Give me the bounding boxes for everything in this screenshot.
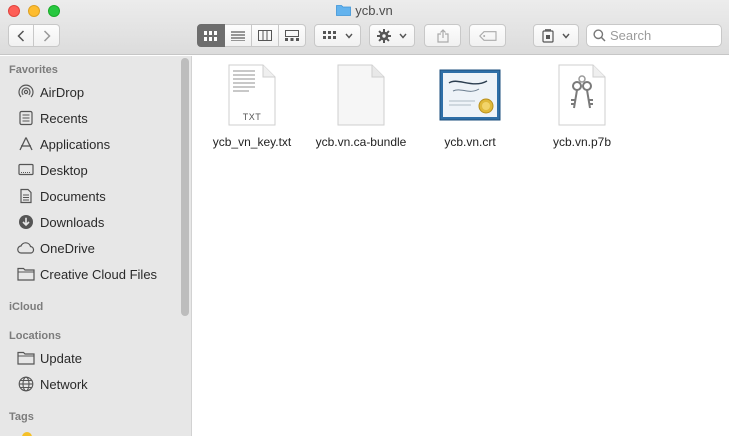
document-icon <box>17 187 35 205</box>
sidebar-item-airdrop[interactable]: AirDrop <box>0 79 180 105</box>
sidebar-item-label: Downloads <box>40 214 105 230</box>
action-menu-button[interactable] <box>369 24 415 47</box>
chevron-left-icon <box>17 29 25 42</box>
tag-color-dot[interactable] <box>22 432 32 436</box>
share-button[interactable] <box>424 24 461 47</box>
list-icon <box>231 30 245 41</box>
gallery-icon <box>285 30 299 41</box>
sidebar-item-documents[interactable]: Documents <box>0 183 180 209</box>
sidebar-section-icloud[interactable]: iCloud <box>9 301 43 313</box>
sidebar-item-recents[interactable]: Recents <box>0 105 180 131</box>
sidebar-item-label: OneDrive <box>40 240 95 256</box>
sidebar-item-label: Documents <box>40 188 106 204</box>
file-badge: TXT <box>242 112 262 122</box>
download-icon <box>17 213 35 231</box>
sidebar-section-locations[interactable]: Locations <box>9 330 61 342</box>
forward-button[interactable] <box>34 24 60 47</box>
tag-icon <box>478 30 497 41</box>
sidebar-item-label: Desktop <box>40 162 88 178</box>
sidebar-item-network[interactable]: Network <box>0 371 180 397</box>
file-item[interactable]: ycb.vn.p7b <box>527 62 637 162</box>
gear-icon <box>377 28 391 43</box>
desktop-icon <box>17 161 35 179</box>
folder-icon <box>17 349 35 367</box>
share-icon <box>436 28 449 43</box>
dropbox-icon <box>542 28 554 43</box>
grid-icon <box>204 30 217 41</box>
sidebar-item-label: Recents <box>40 110 88 126</box>
sidebar-section-favorites: Favorites <box>9 64 58 76</box>
globe-icon <box>17 375 35 393</box>
group-icon <box>322 30 336 39</box>
sidebar-item-label: Applications <box>40 136 111 152</box>
sidebar-item-label: Update <box>40 350 82 366</box>
title-bar: ycb.vn <box>0 0 729 55</box>
airdrop-icon <box>17 83 35 101</box>
search-field[interactable] <box>586 24 722 47</box>
sidebar: Favorites AirDrop Recents Applications D… <box>0 56 192 436</box>
icon-view-button[interactable] <box>197 24 225 47</box>
window-title-text: ycb.vn <box>355 3 393 18</box>
chevron-down-icon <box>399 33 407 39</box>
chevron-down-icon <box>344 33 353 39</box>
file-name: ycb.vn.p7b <box>552 135 612 149</box>
chevron-right-icon <box>43 29 51 42</box>
file-name: ycb.vn.ca-bundle <box>315 135 407 149</box>
gallery-view-button[interactable] <box>279 24 306 47</box>
sidebar-section-tags[interactable]: Tags <box>9 411 34 423</box>
sidebar-item-label: Creative Cloud Files <box>40 266 158 282</box>
sidebar-item-creative-cloud-files[interactable]: Creative Cloud Files <box>0 261 180 287</box>
blank-file-icon <box>329 62 393 128</box>
list-view-button[interactable] <box>225 24 252 47</box>
file-name: ycb_vn_key.txt <box>212 135 292 149</box>
folder-icon <box>17 265 35 283</box>
search-input[interactable] <box>610 28 720 43</box>
dropbox-menu-button[interactable] <box>533 24 579 47</box>
column-view-button[interactable] <box>252 24 279 47</box>
sidebar-item-downloads[interactable]: Downloads <box>0 209 180 235</box>
sidebar-item-update[interactable]: Update <box>0 345 180 371</box>
back-button[interactable] <box>8 24 34 47</box>
keychain-file-icon <box>550 62 614 128</box>
file-browser-content: TXT ycb_vn_key.txt ycb.vn.ca-bundle ycb.… <box>193 56 729 436</box>
file-item[interactable]: TXT ycb_vn_key.txt <box>197 62 307 162</box>
chevron-down-icon <box>562 33 570 39</box>
file-item[interactable]: ycb.vn.crt <box>415 62 525 162</box>
sidebar-item-label: AirDrop <box>40 84 85 100</box>
file-item[interactable]: ycb.vn.ca-bundle <box>306 62 416 162</box>
edit-tags-button[interactable] <box>469 24 506 47</box>
file-name: ycb.vn.crt <box>444 135 496 149</box>
sidebar-item-onedrive[interactable]: OneDrive <box>0 235 180 261</box>
sidebar-item-label: Network <box>40 376 88 392</box>
cloud-icon <box>17 239 35 257</box>
group-by-button[interactable] <box>314 24 361 47</box>
sidebar-item-desktop[interactable]: Desktop <box>0 157 180 183</box>
folder-icon <box>336 5 352 16</box>
clock-icon <box>17 109 35 127</box>
navigation-buttons <box>8 24 60 47</box>
search-icon <box>593 29 606 42</box>
view-mode-control <box>197 24 306 47</box>
window-title: ycb.vn <box>0 3 729 19</box>
certificate-icon <box>438 62 502 128</box>
columns-icon <box>258 30 272 41</box>
sidebar-item-applications[interactable]: Applications <box>0 131 180 157</box>
sidebar-scrollbar[interactable] <box>181 58 189 316</box>
applications-icon <box>17 135 35 153</box>
